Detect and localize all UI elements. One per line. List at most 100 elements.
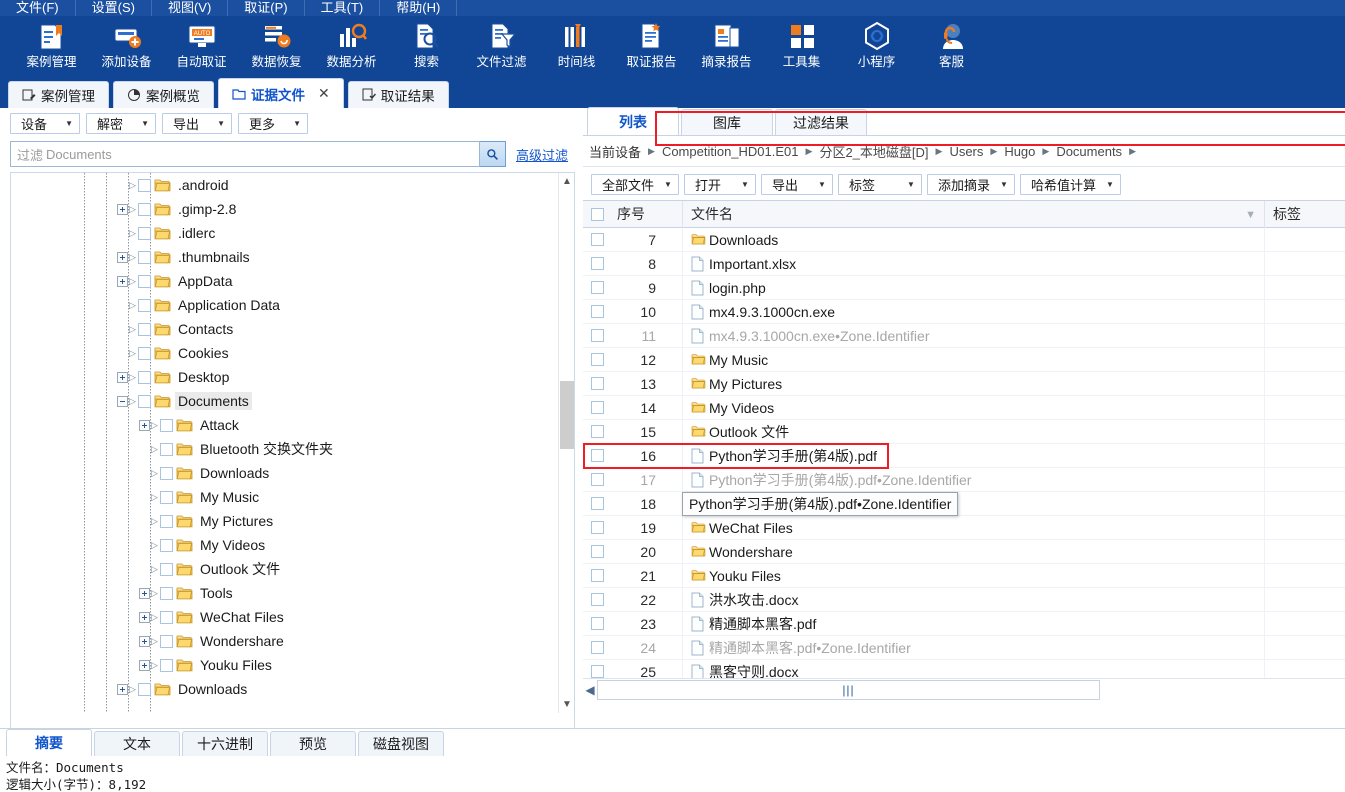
tree-arrow-icon[interactable]: ▷ [150,540,159,550]
tree-item-checkbox[interactable] [138,226,151,240]
file-toolbar-全部文件[interactable]: 全部文件 ▼ [591,173,679,195]
ribbon-button-工具集[interactable]: 工具集 [764,16,839,78]
row-checkbox[interactable] [583,497,611,510]
tree-item-checkbox[interactable] [138,178,151,192]
tree-item-checkbox[interactable] [160,586,173,600]
table-row[interactable]: 21 Youku Files [583,563,1345,588]
tree-item-checkbox[interactable] [138,322,151,336]
tree-item-Contacts[interactable]: ▷ Contacts [11,317,559,341]
detail-tab-磁盘视图[interactable]: 磁盘视图 [358,731,444,756]
tree-expander-plus-icon[interactable] [117,275,128,287]
row-filename-cell[interactable]: Outlook 文件 [683,419,1265,444]
tree-item-Downloads[interactable]: ▷ Downloads [11,677,559,701]
row-filename-cell[interactable]: mx4.9.3.1000cn.exe•Zone.Identifier [683,323,1265,348]
tree-expander-plus-icon[interactable] [139,635,150,647]
row-filename-cell[interactable]: 精通脚本黑客.pdf [683,611,1265,636]
column-header-index[interactable]: 序号 [611,201,683,228]
tree-item-checkbox[interactable] [160,538,173,552]
row-checkbox[interactable] [583,377,611,390]
ribbon-button-添加设备[interactable]: 添加设备 [89,16,164,78]
tree-item-Downloads[interactable]: ▷ Downloads [11,461,559,485]
left-toolbar-更多[interactable]: 更多 ▼ [238,112,308,134]
row-filename-cell[interactable]: Downloads [683,227,1265,252]
ribbon-button-自动取证[interactable]: AUTO 自动取证 [164,16,239,78]
tree-arrow-icon[interactable]: ▷ [128,204,137,214]
detail-tab-十六进制[interactable]: 十六进制 [182,731,268,756]
table-row[interactable]: 10 mx4.9.3.1000cn.exe [583,299,1345,324]
table-row[interactable]: 22 洪水攻击.docx [583,587,1345,612]
file-toolbar-导出[interactable]: 导出 ▼ [760,173,833,195]
tree-arrow-icon[interactable]: ▷ [128,252,137,262]
breadcrumb-item-Users[interactable]: Users [949,144,983,159]
row-filename-cell[interactable]: My Music [683,347,1265,372]
ribbon-button-摘录报告[interactable]: 摘录报告 [689,16,764,78]
table-row[interactable]: 17 Python学习手册(第4版).pdf•Zone.Identifier [583,467,1345,492]
tree-item-.gimp-2.8[interactable]: ▷ .gimp-2.8 [11,197,559,221]
row-filename-cell[interactable]: My Videos [683,395,1265,420]
table-row[interactable]: 9 login.php [583,275,1345,300]
file-toolbar-添加摘录[interactable]: 添加摘录 ▼ [926,173,1015,195]
tree-arrow-icon[interactable]: ▷ [128,180,137,190]
row-checkbox[interactable] [583,353,611,366]
view-tab-列表[interactable]: 列表 [587,107,679,135]
table-row[interactable]: 20 Wondershare [583,539,1345,564]
tree-arrow-icon[interactable]: ▷ [128,324,137,334]
tree-scroll-thumb[interactable] [560,381,574,449]
left-toolbar-设备[interactable]: 设备 ▼ [10,112,80,134]
ribbon-button-案例管理[interactable]: 案例管理 [14,16,89,78]
tree-item-checkbox[interactable] [138,682,151,696]
tree-item-Documents[interactable]: ▷ Documents [11,389,559,413]
row-filename-cell[interactable]: Important.xlsx [683,251,1265,276]
tree-item-.android[interactable]: ▷ .android [11,173,559,197]
tree-item-AppData[interactable]: ▷ AppData [11,269,559,293]
tree-item-checkbox[interactable] [160,610,173,624]
tree-arrow-icon[interactable]: ▷ [128,684,137,694]
tree-arrow-icon[interactable]: ▷ [150,516,159,526]
table-row[interactable]: 16 Python学习手册(第4版).pdf [583,443,1345,468]
table-row[interactable]: 8 Important.xlsx [583,251,1345,276]
row-filename-cell[interactable]: WeChat Files [683,515,1265,540]
row-filename-cell[interactable]: login.php [683,275,1265,300]
row-checkbox[interactable] [583,281,611,294]
tree-item-checkbox[interactable] [160,490,173,504]
tree-arrow-icon[interactable]: ▷ [128,228,137,238]
scroll-down-icon[interactable]: ▼ [559,696,574,713]
breadcrumb-item-Hugo[interactable]: Hugo [1004,144,1035,159]
table-row[interactable]: 24 精通脚本黑客.pdf•Zone.Identifier [583,635,1345,660]
tree-expander-plus-icon[interactable] [139,659,150,671]
row-filename-cell[interactable]: Youku Files [683,563,1265,588]
column-header-tag[interactable]: 标签 [1265,201,1345,228]
tree-arrow-icon[interactable]: ▷ [128,396,137,406]
tree-expander-plus-icon[interactable] [117,203,128,215]
breadcrumb-item-Competition_HD01.E01[interactable]: Competition_HD01.E01 [662,144,799,159]
left-toolbar-解密[interactable]: 解密 ▼ [86,112,156,134]
tree-item-Bluetooth 交换文件夹[interactable]: ▷ Bluetooth 交换文件夹 [11,437,559,461]
tree-arrow-icon[interactable]: ▷ [150,444,159,454]
filter-input[interactable]: 过滤 Documents [10,141,480,167]
tree-item-.idlerc[interactable]: ▷ .idlerc [11,221,559,245]
row-checkbox[interactable] [583,329,611,342]
document-tab-案例管理[interactable]: 案例管理 [8,81,109,108]
tree-item-Desktop[interactable]: ▷ Desktop [11,365,559,389]
menu-item-0[interactable]: 文件(F) [0,0,76,16]
tree-item-Outlook 文件[interactable]: ▷ Outlook 文件 [11,557,559,581]
tree-item-My Pictures[interactable]: ▷ My Pictures [11,509,559,533]
tree-item-checkbox[interactable] [138,370,151,384]
breadcrumb-item-Documents[interactable]: Documents [1056,144,1122,159]
tree-arrow-icon[interactable]: ▷ [150,468,159,478]
file-toolbar-打开[interactable]: 打开 ▼ [683,173,756,195]
tree-vertical-scrollbar[interactable]: ▲ ▼ [558,173,574,713]
table-row[interactable]: 19 WeChat Files [583,515,1345,540]
row-checkbox[interactable] [583,305,611,318]
ribbon-button-时间线[interactable]: 时间线 [539,16,614,78]
row-filename-cell[interactable]: 洪水攻击.docx [683,587,1265,612]
tree-item-checkbox[interactable] [160,634,173,648]
search-button[interactable] [480,141,506,167]
scroll-left-icon[interactable]: ◀ [583,680,597,700]
close-icon[interactable]: ✕ [318,85,330,102]
row-filename-cell[interactable]: 精通脚本黑客.pdf•Zone.Identifier [683,635,1265,660]
tree-expander-plus-icon[interactable] [117,683,128,695]
row-checkbox[interactable] [583,641,611,654]
tree-item-checkbox[interactable] [160,514,173,528]
menu-item-3[interactable]: 取证(P) [228,0,305,16]
